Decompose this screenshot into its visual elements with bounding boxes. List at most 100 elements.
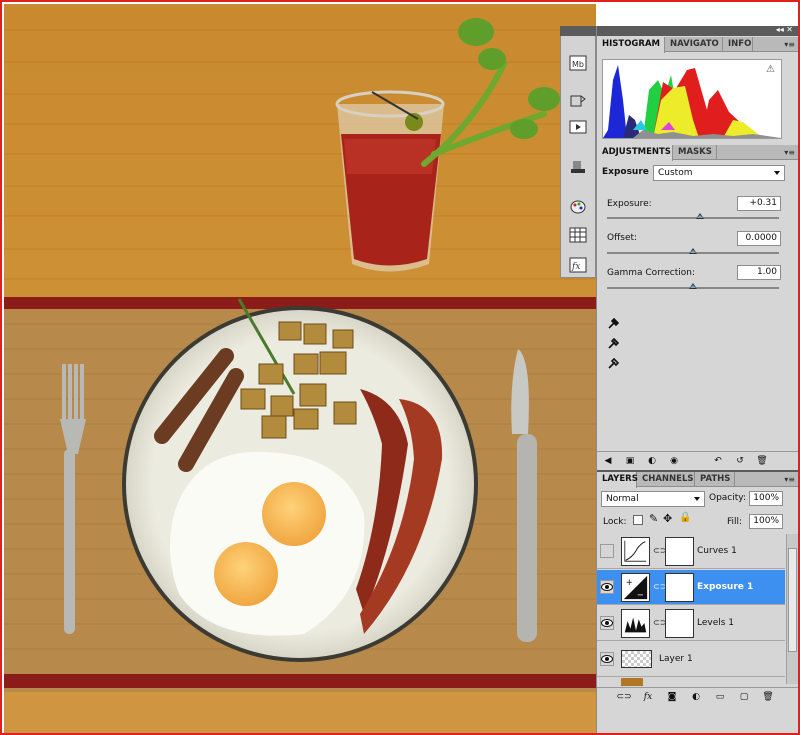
fill-label: Fill:: [727, 517, 743, 527]
gray-point-eyedropper-icon[interactable]: [607, 336, 621, 350]
exposure-slider-thumb[interactable]: [695, 213, 704, 219]
dock-title-bar[interactable]: [560, 26, 596, 36]
document-canvas[interactable]: [4, 4, 596, 735]
adjustments-footer: ◀ ▣ ◐ ◉ ↶ ↺ 🗑: [597, 451, 798, 469]
add-mask-icon[interactable]: ◙: [665, 691, 679, 703]
layer-name: Levels 1: [697, 618, 735, 628]
history-icon[interactable]: [567, 91, 589, 111]
panel-dock: Mb fx: [560, 26, 596, 278]
offset-field[interactable]: 0.0000: [737, 231, 781, 246]
panel-menu-icon[interactable]: ▾≡: [784, 148, 795, 157]
gamma-field[interactable]: 1.00: [737, 265, 781, 280]
black-point-eyedropper-icon[interactable]: [607, 316, 621, 330]
svg-text:fx: fx: [571, 262, 580, 272]
tab-histogram[interactable]: HISTOGRAM: [597, 37, 665, 53]
layer-row[interactable]: ⊂⊃ Levels 1: [597, 606, 785, 641]
opacity-label: Opacity:: [709, 493, 746, 503]
styles-fx-icon[interactable]: fx: [567, 255, 589, 275]
visibility-eye-icon[interactable]: [600, 580, 614, 594]
opacity-field[interactable]: 100%: [749, 491, 783, 506]
collapse-arrows-icon[interactable]: ◂◂ ✕: [776, 25, 793, 34]
histogram-graph: [602, 59, 782, 139]
exposure-label: Exposure:: [607, 199, 652, 209]
lock-transparency-icon[interactable]: [633, 515, 643, 525]
lock-pixels-icon[interactable]: ✎: [649, 512, 658, 525]
panel-menu-icon[interactable]: ▾≡: [784, 40, 795, 49]
visibility-off-icon[interactable]: [600, 544, 614, 558]
tab-paths[interactable]: PATHS: [695, 472, 735, 487]
exposure-icon: + −: [621, 573, 650, 602]
white-point-eyedropper-icon[interactable]: [607, 356, 621, 370]
visibility-eye-icon[interactable]: ◉: [667, 455, 681, 467]
tab-adjustments[interactable]: ADJUSTMENTS: [597, 145, 673, 161]
tab-masks[interactable]: MASKS: [673, 145, 717, 160]
clip-to-layer-icon[interactable]: ◐: [645, 455, 659, 467]
lock-label: Lock:: [603, 517, 627, 527]
reset-icon[interactable]: ↺: [733, 455, 747, 467]
trash-icon[interactable]: 🗑: [761, 691, 775, 703]
offset-slider-thumb[interactable]: [689, 248, 697, 254]
exposure-slider[interactable]: [607, 217, 779, 219]
preset-value: Custom: [658, 168, 693, 178]
layers-tabs: LAYERS CHANNELS PATHS ▾≡: [597, 472, 798, 488]
tab-layers[interactable]: LAYERS: [597, 472, 638, 488]
new-adjustment-icon[interactable]: ◐: [689, 691, 703, 703]
back-arrow-icon[interactable]: ◀: [601, 455, 615, 467]
curves-icon: [621, 537, 650, 566]
delete-adjustment-icon[interactable]: 🗑: [755, 455, 769, 467]
gamma-label: Gamma Correction:: [607, 268, 695, 278]
layers-footer: ⊂⊃ fx ◙ ◐ ▭ ▢ 🗑: [597, 687, 798, 705]
layer-mask-thumb[interactable]: [665, 573, 694, 602]
color-palette-icon[interactable]: [567, 197, 589, 217]
new-layer-icon[interactable]: ▢: [737, 691, 751, 703]
link-layers-icon[interactable]: ⊂⊃: [616, 691, 631, 703]
adjustments-tabs: ADJUSTMENTS MASKS ▾≡: [597, 145, 798, 161]
layers-scrollbar[interactable]: [786, 534, 798, 684]
actions-icon[interactable]: [567, 117, 589, 137]
layer-row[interactable]: Layer 1: [597, 642, 785, 677]
fx-icon[interactable]: fx: [641, 691, 655, 703]
visibility-eye-icon[interactable]: [600, 652, 614, 666]
scrollbar-thumb[interactable]: [788, 548, 797, 652]
layer-name: Layer 1: [659, 654, 693, 664]
blend-mode-dropdown[interactable]: Normal: [601, 491, 705, 507]
svg-text:+: +: [626, 577, 633, 587]
layer-name: Curves 1: [697, 546, 737, 556]
tab-info[interactable]: INFO: [723, 37, 753, 52]
mini-bridge-icon[interactable]: Mb: [567, 53, 589, 73]
chevron-down-icon: [774, 171, 780, 175]
panel-menu-icon[interactable]: ▾≡: [784, 475, 795, 484]
new-group-icon[interactable]: ▭: [713, 691, 727, 703]
layer-row[interactable]: ⊂⊃ Curves 1: [597, 534, 785, 569]
background-layer-thumb[interactable]: [621, 678, 643, 686]
panels-column: ◂◂ ✕ HISTOGRAM NAVIGATO INFO ▾≡ ⚠ ADJUST…: [596, 25, 798, 733]
panel-collapse-bar[interactable]: ◂◂ ✕: [597, 25, 798, 36]
gamma-slider-thumb[interactable]: [689, 283, 697, 289]
lock-position-icon[interactable]: ✥: [663, 512, 672, 525]
histogram-tabs: HISTOGRAM NAVIGATO INFO ▾≡: [597, 37, 798, 53]
blend-mode-value: Normal: [606, 494, 639, 504]
adjustment-type-label: Exposure: [602, 167, 649, 177]
preset-dropdown[interactable]: Custom: [653, 165, 785, 181]
view-previous-icon[interactable]: ↶: [711, 455, 725, 467]
window-frame: Mb fx ◂◂ ✕ HISTOGRAM NAVIGATO INFO ▾≡ ⚠ …: [0, 0, 800, 735]
visibility-eye-icon[interactable]: [600, 616, 614, 630]
clone-source-icon[interactable]: [567, 157, 589, 177]
layer-mask-thumb[interactable]: [665, 537, 694, 566]
layer-mask-thumb[interactable]: [665, 609, 694, 638]
transparent-thumb: [621, 650, 652, 668]
svg-text:−: −: [637, 589, 644, 599]
offset-label: Offset:: [607, 233, 638, 243]
lock-all-icon[interactable]: 🔒: [679, 512, 691, 523]
levels-icon: [621, 609, 650, 638]
expanded-view-icon[interactable]: ▣: [623, 455, 637, 467]
tab-channels[interactable]: CHANNELS: [637, 472, 695, 487]
exposure-field[interactable]: +0.31: [737, 196, 781, 211]
tab-navigator[interactable]: NAVIGATO: [665, 37, 723, 52]
layer-name: Exposure 1: [697, 582, 754, 592]
swatches-icon[interactable]: [567, 225, 589, 245]
fill-field[interactable]: 100%: [749, 514, 783, 529]
layer-row-selected[interactable]: + − ⊂⊃ Exposure 1: [597, 570, 785, 605]
chevron-down-icon: [694, 497, 700, 501]
warning-icon[interactable]: ⚠: [766, 64, 775, 75]
